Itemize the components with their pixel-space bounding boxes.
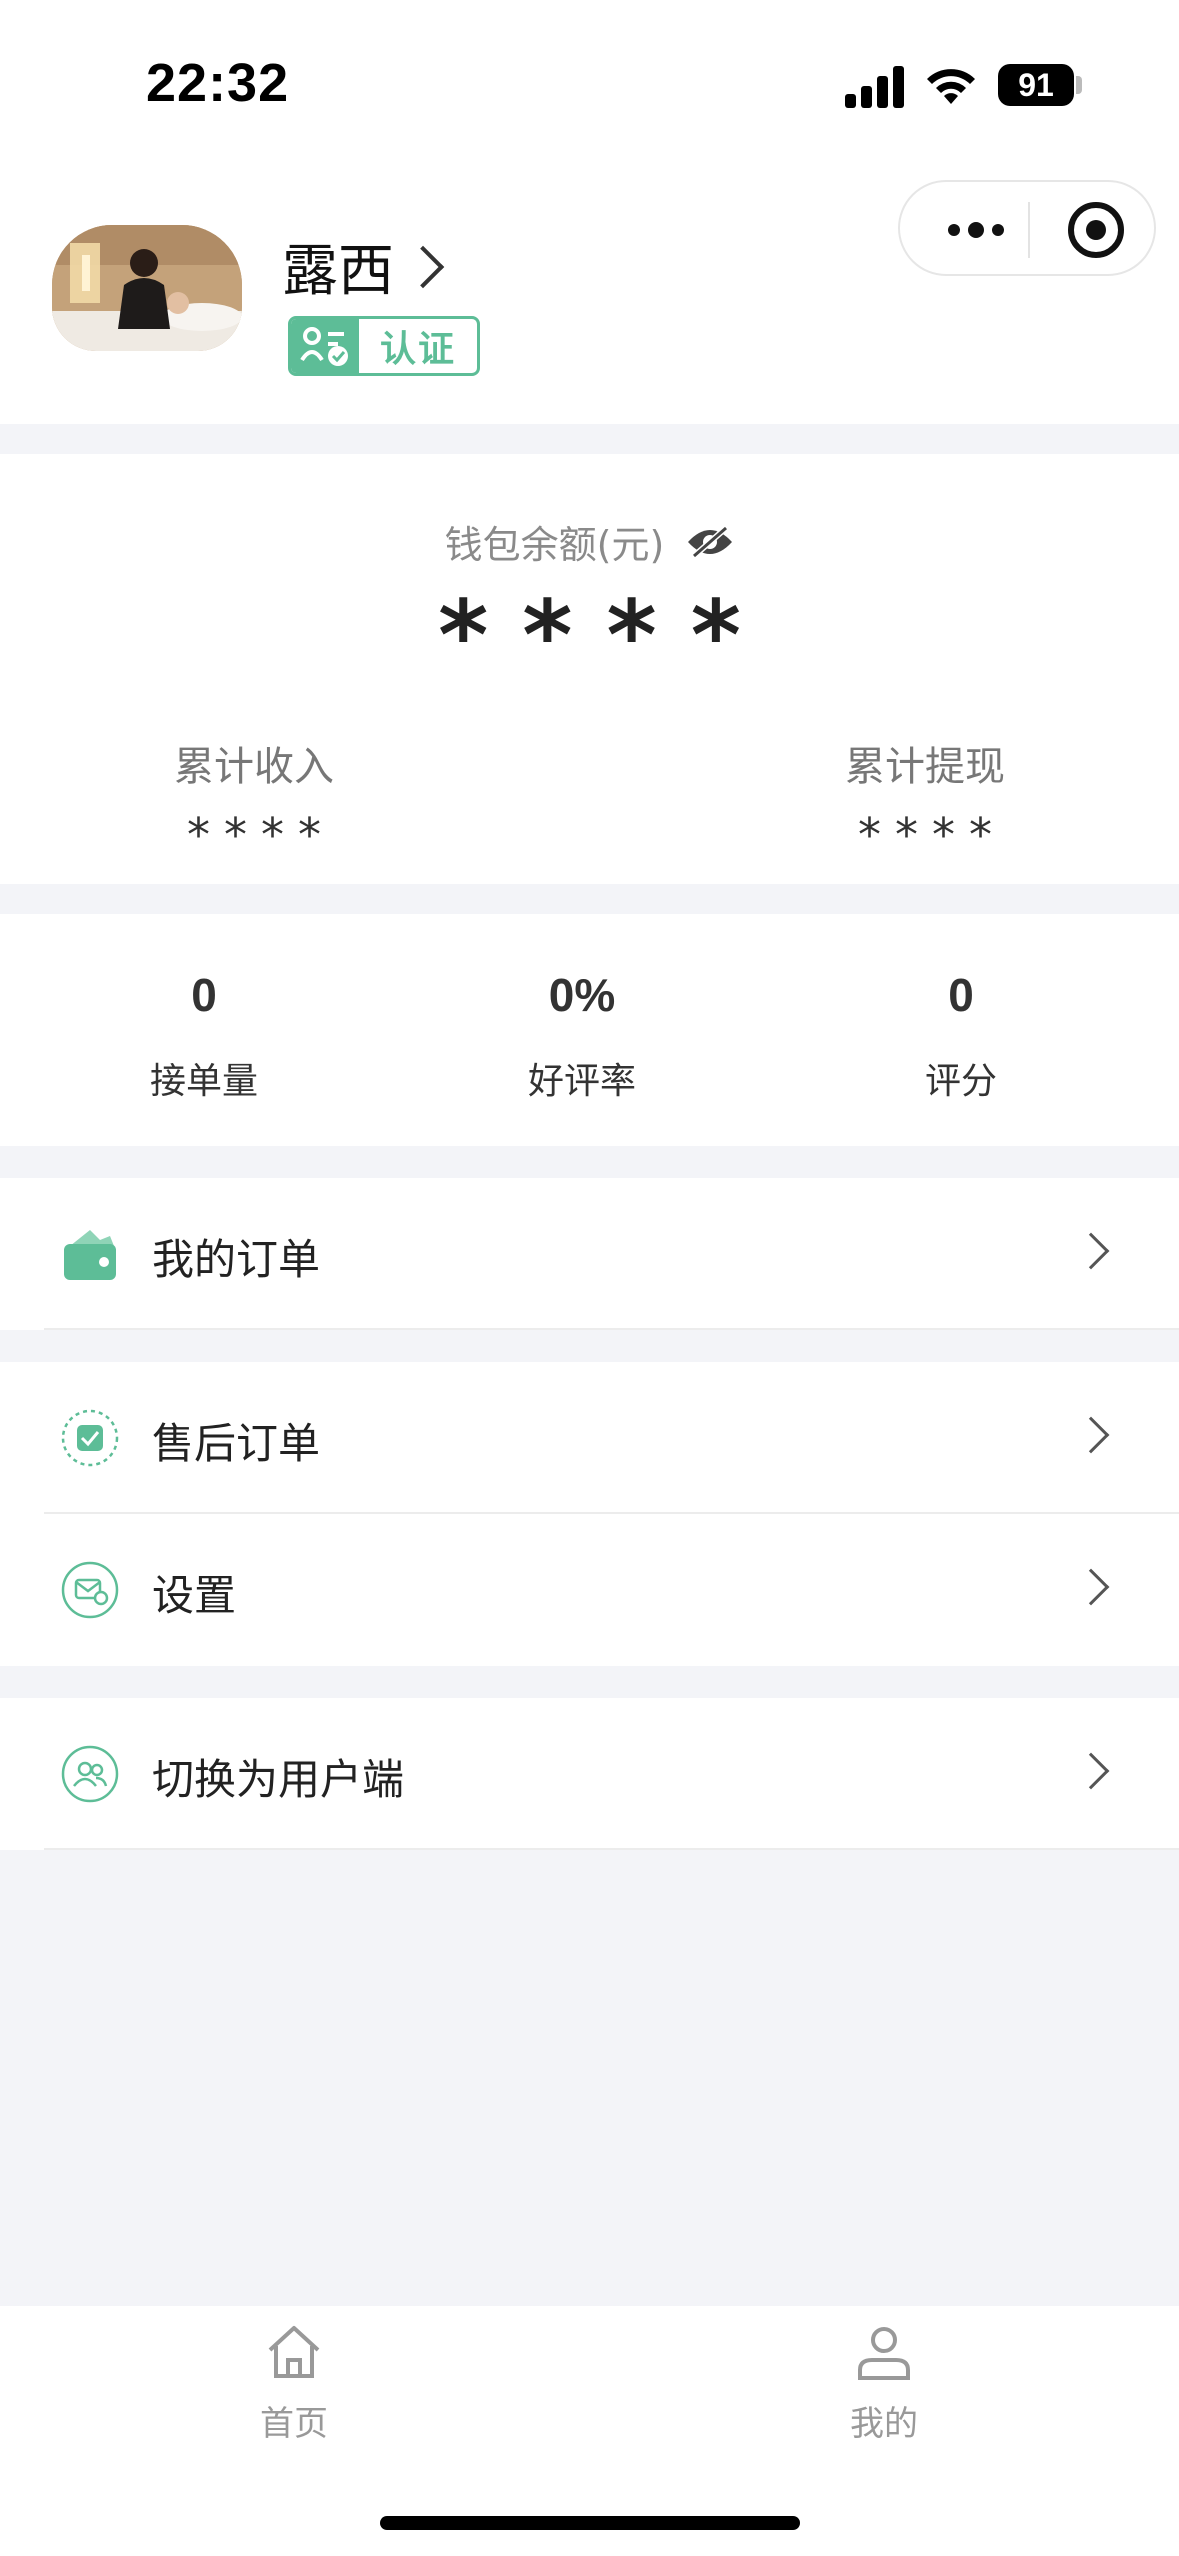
user-name: 露西	[282, 239, 394, 304]
chevron-right-icon	[1072, 1416, 1110, 1454]
menu-my-orders[interactable]: 我的订单	[0, 1178, 1179, 1330]
wallet-balance-value: ****	[438, 580, 775, 692]
total-withdraw-value: ****	[858, 808, 1006, 862]
users-switch-icon	[61, 1745, 119, 1803]
metric-order-count: 0 接单量	[54, 968, 354, 1104]
tab-label: 我的	[850, 2404, 918, 2444]
menu-switch-user[interactable]: 切换为用户端	[0, 1698, 1179, 1850]
menu-label: 设置	[152, 1571, 237, 1620]
id-card-check-icon	[291, 319, 359, 373]
divider	[44, 1328, 1179, 1330]
eye-off-icon[interactable]	[686, 524, 734, 560]
wifi-icon	[927, 69, 975, 104]
wallet-label-row: 钱包余额(元)	[0, 514, 1179, 569]
avatar-image	[52, 225, 242, 351]
chevron-right-icon	[401, 245, 445, 288]
metric-value: 0	[948, 969, 974, 1021]
home-indicator	[380, 2516, 800, 2530]
tab-mine[interactable]: 我的	[784, 2320, 984, 2445]
metric-value: 0	[191, 969, 217, 1021]
total-withdraw: 累计提现 ****	[775, 734, 1075, 862]
wallet-card: 钱包余额(元) **** 累计收入 **** 累计提现 ****	[0, 454, 1179, 884]
total-withdraw-label: 累计提现	[845, 744, 1005, 790]
profile-name-row[interactable]: 露西	[282, 226, 445, 307]
wallet-icon	[64, 1230, 116, 1280]
metric-good-rate: 0% 好评率	[432, 968, 732, 1104]
chevron-right-icon	[1072, 1752, 1110, 1790]
more-icon[interactable]	[936, 208, 1016, 252]
metric-value: 0%	[548, 969, 616, 1021]
settings-icon	[61, 1561, 119, 1619]
verified-badge: 认证	[288, 316, 480, 376]
avatar[interactable]	[52, 225, 242, 351]
home-icon	[268, 2326, 320, 2378]
tab-label: 首页	[260, 2404, 328, 2444]
tab-home[interactable]: 首页	[194, 2320, 394, 2445]
metric-score: 0 评分	[811, 968, 1111, 1104]
chevron-right-icon	[1072, 1232, 1110, 1270]
battery-cap	[1076, 76, 1082, 94]
total-income-value: ****	[187, 808, 335, 862]
signal-icon	[845, 62, 905, 108]
status-bar: 22:32 91	[0, 0, 1179, 160]
wallet-balance-label: 钱包余额(元)	[444, 523, 665, 567]
capsule-divider	[1028, 202, 1030, 258]
menu-label: 切换为用户端	[152, 1755, 405, 1804]
verified-label: 认证	[379, 329, 456, 370]
metrics-card: 0 接单量 0% 好评率 0 评分	[0, 914, 1179, 1146]
user-icon	[858, 2327, 910, 2380]
miniprogram-capsule	[898, 180, 1156, 276]
menu-label: 售后订单	[152, 1419, 321, 1468]
divider	[44, 1848, 1179, 1850]
metric-label: 好评率	[527, 1061, 636, 1102]
close-target-icon[interactable]	[1068, 202, 1124, 258]
metric-label: 接单量	[149, 1061, 258, 1102]
menu-label: 我的订单	[152, 1235, 321, 1284]
after-sales-check-icon	[61, 1409, 119, 1467]
battery-icon: 91	[998, 64, 1074, 106]
chevron-right-icon	[1072, 1568, 1110, 1606]
total-income-label: 累计收入	[174, 744, 334, 790]
total-income: 累计收入 ****	[104, 734, 404, 862]
status-time: 22:32	[146, 53, 290, 113]
metric-label: 评分	[924, 1061, 997, 1102]
menu-after-sales[interactable]: 售后订单	[0, 1362, 1179, 1514]
menu-settings[interactable]: 设置	[0, 1514, 1179, 1666]
